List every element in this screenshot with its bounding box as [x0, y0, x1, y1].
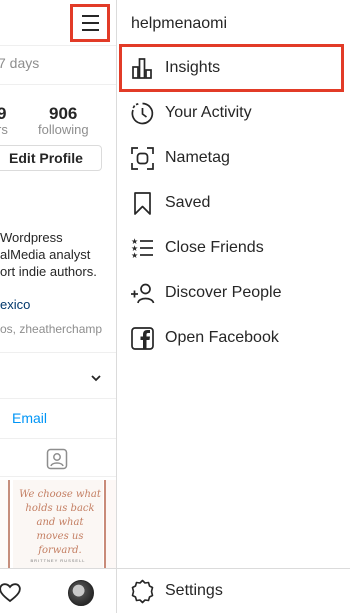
- activity-icon: [131, 102, 154, 125]
- bio-line: ort indie authors.: [0, 264, 97, 279]
- post-thumbnail[interactable]: [0, 480, 10, 570]
- add-person-icon: [131, 283, 155, 304]
- side-menu-drawer: helpmenaomi Insights Your Activity Namet…: [117, 0, 350, 613]
- post-author: BRITTNEY RUSSELL: [30, 558, 86, 563]
- bio-line: Wordpress: [0, 230, 63, 245]
- menu-label: Insights: [165, 59, 221, 76]
- menu-item-nametag[interactable]: Nametag: [117, 136, 350, 181]
- menu-label: Discover People: [165, 284, 282, 301]
- svg-text:★: ★: [131, 251, 138, 260]
- facebook-icon: [131, 327, 154, 350]
- menu-label: Saved: [165, 194, 211, 211]
- drawer-username: helpmenaomi: [131, 15, 228, 32]
- divider: [0, 84, 116, 85]
- divider: [0, 398, 116, 399]
- menu-item-saved[interactable]: Saved: [117, 181, 350, 226]
- tagged-photos-icon[interactable]: [46, 448, 68, 470]
- post-thumbnail[interactable]: [104, 480, 116, 570]
- menu-item-open-facebook[interactable]: Open Facebook: [117, 316, 350, 361]
- post-thumbnail[interactable]: We choose what holds us back and what mo…: [13, 480, 103, 570]
- menu-label: Nametag: [165, 149, 230, 166]
- menu-label: Open Facebook: [165, 329, 279, 346]
- followers-label: rs: [0, 122, 8, 137]
- divider: [0, 352, 116, 353]
- close-friends-icon: ★ ★ ★: [131, 237, 153, 260]
- profile-avatar[interactable]: [68, 580, 94, 606]
- following-label: following: [38, 122, 89, 137]
- hamburger-line: [82, 22, 99, 24]
- bottom-tab-bar: [0, 568, 116, 613]
- menu-item-close-friends[interactable]: ★ ★ ★ Close Friends: [117, 226, 350, 271]
- menu-item-settings[interactable]: Settings: [117, 569, 350, 613]
- days-text: 7 days: [0, 55, 40, 71]
- followers-count[interactable]: 9: [0, 104, 6, 124]
- menu-item-your-activity[interactable]: Your Activity: [117, 91, 350, 136]
- menu-label: Settings: [165, 582, 223, 599]
- settings-gear-icon: [131, 579, 154, 604]
- divider: [0, 45, 116, 46]
- bookmark-icon: [134, 192, 151, 215]
- menu-label: Your Activity: [165, 104, 252, 121]
- nametag-icon: [131, 147, 154, 170]
- location-link[interactable]: exico: [0, 297, 30, 312]
- post-quote: We choose what holds us back and what mo…: [19, 489, 101, 556]
- followed-by-text[interactable]: os, zheatherchamp: [0, 322, 102, 336]
- menu-button[interactable]: [70, 4, 110, 42]
- following-count[interactable]: 906: [49, 104, 77, 124]
- profile-page: 7 days 9 rs 906 following Edit Profile W…: [0, 0, 117, 613]
- settings-bar: Settings: [117, 568, 350, 613]
- menu-label: Close Friends: [165, 239, 264, 256]
- email-button[interactable]: Email: [12, 410, 47, 426]
- menu-item-discover-people[interactable]: Discover People: [117, 271, 350, 316]
- chevron-down-icon[interactable]: [91, 373, 101, 383]
- bio-line: alMedia analyst: [0, 247, 91, 262]
- divider: [0, 438, 116, 439]
- insights-icon: [132, 58, 152, 79]
- edit-profile-button[interactable]: Edit Profile: [0, 145, 102, 171]
- hamburger-line: [82, 29, 99, 31]
- heart-icon[interactable]: [0, 581, 22, 603]
- menu-item-insights[interactable]: Insights: [117, 46, 350, 91]
- hamburger-line: [82, 15, 99, 17]
- divider: [0, 476, 116, 477]
